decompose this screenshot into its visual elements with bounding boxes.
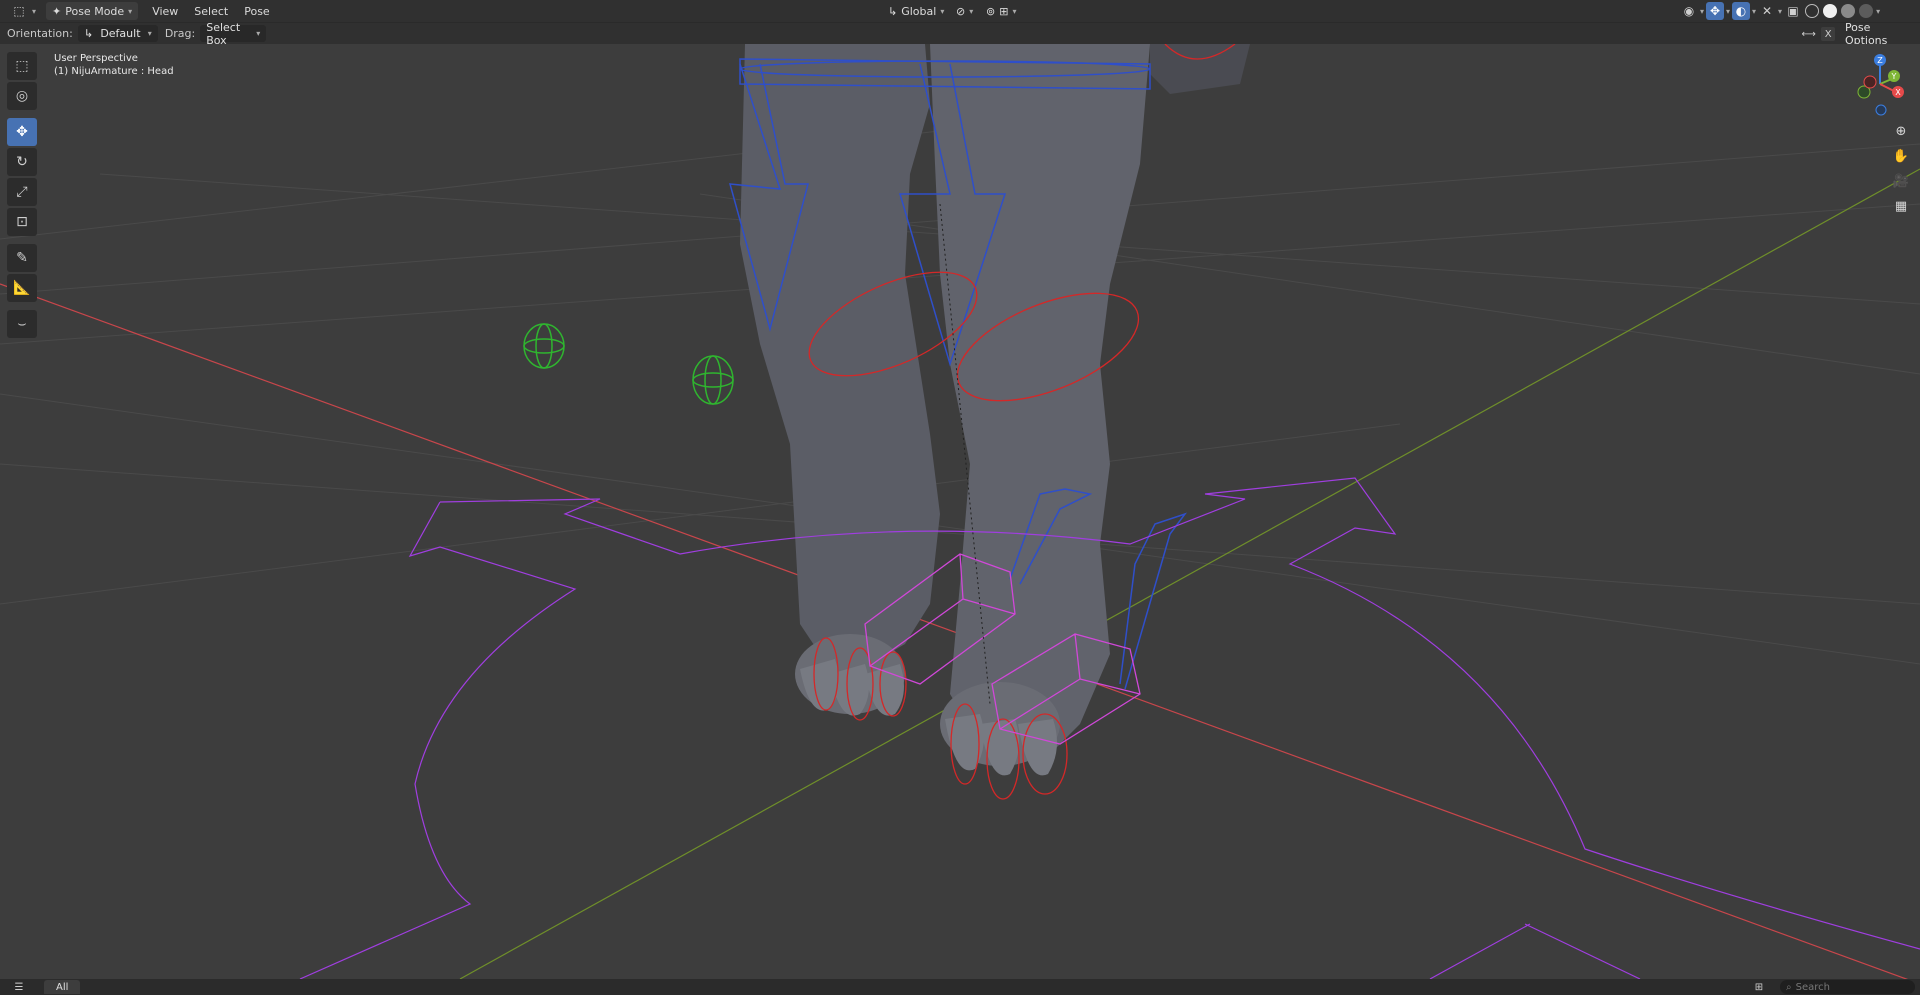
wireframe-shading-icon[interactable] <box>1805 4 1820 18</box>
chevron-down-icon: ▾ <box>969 6 974 16</box>
pivot-point-dropdown[interactable]: ⊘ ▾ <box>950 2 979 20</box>
menu-view[interactable]: View <box>144 5 186 18</box>
search-placeholder: Search <box>1795 981 1830 993</box>
search-input[interactable]: ⌕ Search <box>1780 980 1915 994</box>
snap-icon: ⊚ <box>986 4 996 18</box>
move-tool[interactable]: ✥ <box>7 118 37 146</box>
chevron-down-icon: ▾ <box>1752 6 1757 16</box>
overlay-toggle-icon[interactable]: ◐ <box>1732 2 1751 20</box>
rendered-shading-icon[interactable] <box>1859 4 1874 18</box>
chevron-down-icon: ▾ <box>32 6 37 16</box>
xray-bone-icon[interactable]: ✕ <box>1758 2 1776 20</box>
mode-label: Pose Mode <box>65 4 125 18</box>
menu-select[interactable]: Select <box>186 5 236 18</box>
gizmo-toggle-icon[interactable]: ✥ <box>1706 2 1725 20</box>
header-right-controls: ◉ ▾ ✥ ▾ ◐ ▾ ✕ ▾ ▣ ▾ <box>1680 2 1880 20</box>
mirror-icon[interactable]: ⟷ <box>1800 25 1817 43</box>
active-object-label: (1) NijuArmature : Head <box>54 66 174 77</box>
annotate-tool[interactable]: ✎ <box>7 244 37 272</box>
orientation-label: Orientation: <box>7 27 73 40</box>
camera-view-icon[interactable]: 🎥 <box>1890 170 1912 192</box>
menu-pose[interactable]: Pose <box>236 5 277 18</box>
chevron-down-icon: ▾ <box>1726 6 1731 16</box>
transform-tool[interactable]: ⊡ <box>7 208 37 236</box>
status-tab-all[interactable]: All <box>44 980 81 994</box>
material-shading-icon[interactable] <box>1841 4 1856 18</box>
tool-settings-bar: Orientation: ↳ Default ▾ Drag: Select Bo… <box>0 21 1920 47</box>
chevron-down-icon: ▾ <box>1700 6 1705 16</box>
grid-view-icon[interactable]: ⊞ <box>1750 978 1768 995</box>
orientation-icon: ↳ <box>888 4 898 18</box>
snap-toggle[interactable]: ⊚ ⊞ ▾ <box>980 2 1022 20</box>
select-box-tool[interactable]: ⬚ <box>7 52 37 80</box>
gizmo-x-label[interactable]: X <box>1895 88 1901 97</box>
hamburger-menu-icon[interactable]: ☰ <box>10 978 28 995</box>
gizmo-y-label[interactable]: Y <box>1891 72 1897 81</box>
search-icon: ⌕ <box>1786 981 1792 993</box>
xray-toggle-icon[interactable]: ▣ <box>1784 2 1802 20</box>
status-bar: ☰ All ⊞ ⌕ Search <box>0 979 1920 995</box>
pivot-icon: ⊘ <box>956 4 966 18</box>
viewport-scene[interactable] <box>0 44 1920 979</box>
blender-window: ⬚ ▾ ✦ Pose Mode ▾ View Select Pose ↳ Glob… <box>0 0 1920 995</box>
y-axis-line <box>459 168 1920 979</box>
drag-dropdown[interactable]: Select Box ▾ <box>200 21 267 47</box>
gizmo-z-label[interactable]: Z <box>1877 56 1883 65</box>
chevron-down-icon: ▾ <box>1876 6 1881 16</box>
toolbar: ⬚ ◎ ✥ ↻ ⤢ ⊡ ✎ 📐 ⌣ <box>7 52 37 338</box>
orientation-dropdown-icon: ↳ <box>83 27 94 40</box>
viewport-header: ⬚ ▾ ✦ Pose Mode ▾ View Select Pose ↳ Glob… <box>0 0 1920 22</box>
cursor-tool[interactable]: ◎ <box>7 82 37 110</box>
orientation-dropdown[interactable]: ↳ Default ▾ <box>77 25 158 42</box>
scale-tool[interactable]: ⤢ <box>7 178 37 206</box>
measure-tool[interactable]: 📐 <box>7 274 37 302</box>
view-perspective-label: User Perspective <box>54 53 138 64</box>
navigation-gizmo[interactable]: Z Y X <box>1848 52 1904 116</box>
pose-options-group: ⟷ X Pose Options <box>1800 21 1920 47</box>
close-icon[interactable]: X <box>1821 27 1835 41</box>
character-mesh <box>740 44 1250 776</box>
solid-shading-icon[interactable] <box>1823 4 1838 18</box>
chevron-down-icon: ▾ <box>128 6 133 16</box>
chevron-down-icon: ▾ <box>1778 6 1783 16</box>
rotate-tool[interactable]: ↻ <box>7 148 37 176</box>
pan-hand-icon[interactable]: ✋ <box>1890 145 1912 167</box>
root-control-bone <box>299 477 1920 979</box>
transform-orientation-label: Global <box>901 4 937 18</box>
editor-type-icon: ⬚ <box>13 4 25 18</box>
chevron-down-icon: ▾ <box>940 6 945 16</box>
snap-target-icon: ⊞ <box>999 4 1009 18</box>
bend-bones-tool[interactable]: ⌣ <box>7 310 37 338</box>
mode-selector[interactable]: ✦ Pose Mode ▾ <box>46 2 139 20</box>
chevron-down-icon: ▾ <box>256 29 261 38</box>
visibility-icon[interactable]: ◉ <box>1680 2 1698 20</box>
pose-mode-icon: ✦ <box>52 4 62 18</box>
perspective-grid-icon[interactable]: ▦ <box>1890 195 1912 217</box>
chevron-down-icon: ▾ <box>1012 6 1017 16</box>
editor-type-button[interactable]: ⬚ ▾ <box>4 2 42 20</box>
zoom-icon[interactable]: ⊕ <box>1890 120 1912 142</box>
3d-viewport[interactable]: User Perspective (1) NijuArmature : Head <box>0 44 1920 979</box>
transform-orientation-dropdown[interactable]: ↳ Global ▾ <box>882 2 950 20</box>
pose-options-button[interactable]: Pose Options <box>1838 21 1920 47</box>
drag-value: Select Box <box>206 20 241 47</box>
chevron-down-icon: ▾ <box>147 29 152 38</box>
orientation-value: Default <box>100 27 141 40</box>
green-ik-targets <box>523 323 734 405</box>
navigation-buttons: ⊕ ✋ 🎥 ▦ <box>1890 120 1912 217</box>
drag-label: Drag: <box>164 27 196 40</box>
